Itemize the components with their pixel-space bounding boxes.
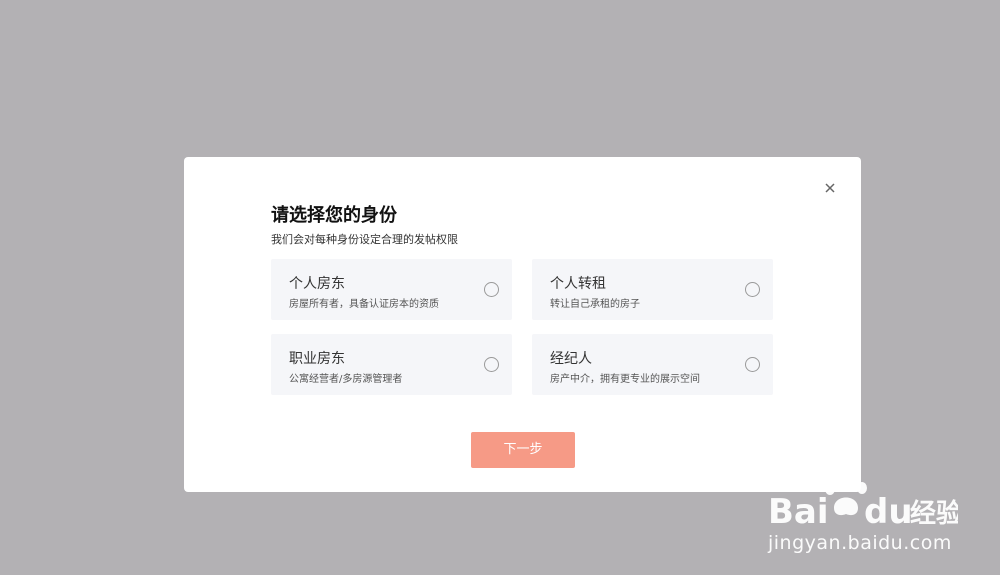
next-step-button[interactable]: 下一步 [471, 432, 575, 468]
option-label: 经纪人 [550, 351, 592, 367]
option-personal-sublet[interactable]: 个人转租 转让自己承租的房子 [532, 259, 773, 320]
option-label: 职业房东 [289, 351, 345, 367]
option-radio[interactable] [745, 357, 760, 372]
svg-text:Bai: Bai [768, 492, 829, 530]
option-radio[interactable] [484, 282, 499, 297]
option-description: 转让自己承租的房子 [550, 299, 640, 310]
svg-text:经验: 经验 [910, 498, 958, 529]
close-button[interactable] [821, 179, 839, 197]
option-label: 个人房东 [289, 276, 345, 292]
baidu-jingyan-watermark: Bai du 经验 jingyan.baidu.com [768, 462, 988, 562]
option-description: 房屋所有者，具备认证房本的资质 [289, 299, 439, 310]
option-personal-landlord[interactable]: 个人房东 房屋所有者，具备认证房本的资质 [271, 259, 512, 320]
svg-text:du: du [864, 492, 913, 530]
dialog-title: 请选择您的身份 [271, 205, 397, 226]
dialog-subtitle: 我们会对每种身份设定合理的发帖权限 [271, 233, 458, 246]
option-description: 房产中介，拥有更专业的展示空间 [550, 374, 700, 385]
close-icon [825, 183, 835, 193]
option-agent[interactable]: 经纪人 房产中介，拥有更专业的展示空间 [532, 334, 773, 395]
baidu-logo-icon: Bai du 经验 [768, 467, 958, 530]
option-radio[interactable] [745, 282, 760, 297]
watermark-url: jingyan.baidu.com [768, 532, 952, 554]
option-label: 个人转租 [550, 276, 606, 292]
identity-dialog: 请选择您的身份 我们会对每种身份设定合理的发帖权限 个人房东 房屋所有者，具备认… [184, 157, 861, 492]
option-description: 公寓经营者/多房源管理者 [289, 374, 403, 385]
option-professional-landlord[interactable]: 职业房东 公寓经营者/多房源管理者 [271, 334, 512, 395]
option-radio[interactable] [484, 357, 499, 372]
